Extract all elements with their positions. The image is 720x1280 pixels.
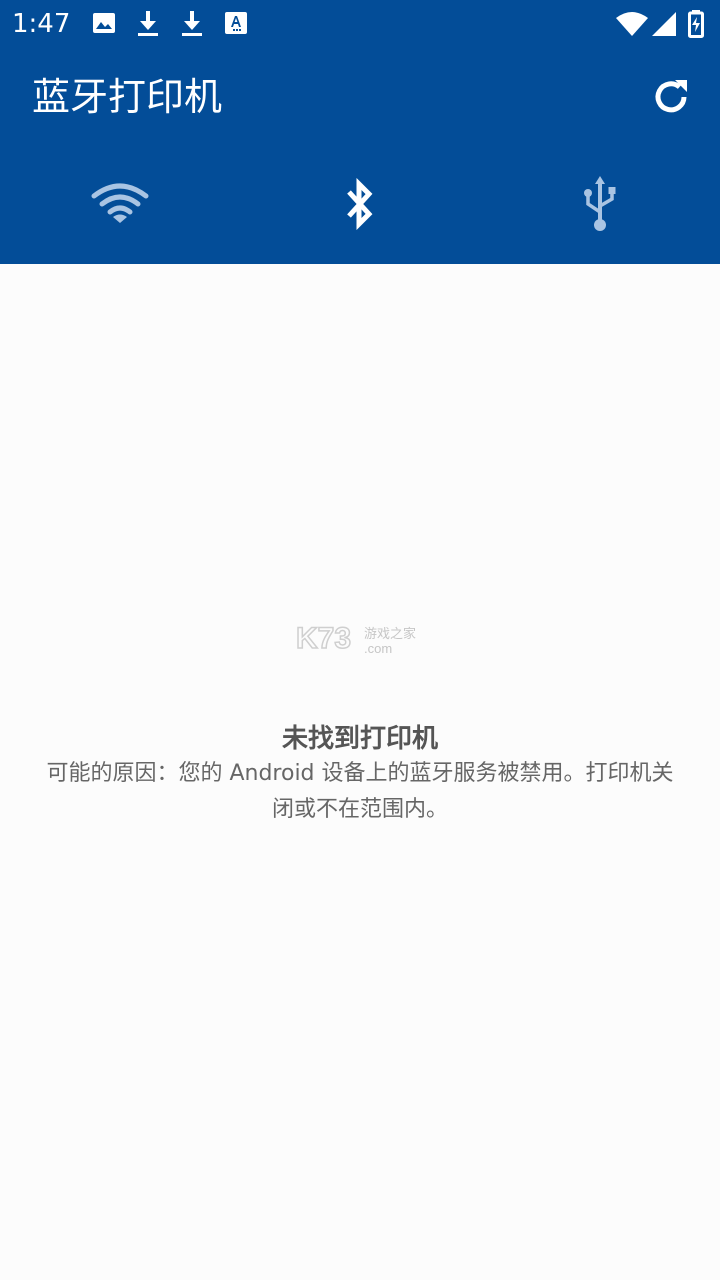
- empty-state-message: 可能的原因：您的 Android 设备上的蓝牙服务被禁用。打印机关闭或不在范围内…: [46, 761, 674, 822]
- translate-icon: [225, 12, 247, 34]
- download-icon: [138, 11, 158, 36]
- battery-charging-icon: [688, 10, 704, 38]
- tab-wifi[interactable]: [0, 168, 240, 240]
- cell-signal-icon: [652, 12, 676, 36]
- tab-bluetooth[interactable]: [240, 168, 480, 240]
- status-time: 1:47: [12, 9, 71, 39]
- bluetooth-icon: [347, 178, 373, 230]
- usb-icon: [584, 176, 616, 231]
- app-header: 1:47 蓝牙打印机: [0, 0, 720, 264]
- status-bar: 1:47: [0, 0, 720, 48]
- watermark-logo: K73 游戏之家 .com: [296, 622, 416, 656]
- watermark-domain: .com: [364, 641, 392, 656]
- image-icon: [93, 13, 115, 33]
- watermark-tagline: 游戏之家: [364, 626, 416, 642]
- refresh-button[interactable]: [648, 72, 696, 120]
- wifi-icon: [91, 183, 149, 223]
- app-title: 蓝牙打印机: [32, 75, 223, 119]
- watermark-k73: K73: [296, 622, 351, 655]
- refresh-icon: [655, 80, 687, 113]
- tab-usb[interactable]: [480, 168, 720, 240]
- empty-state-title: 未找到打印机: [281, 724, 438, 754]
- wifi-signal-icon: [616, 12, 648, 36]
- download-icon: [182, 11, 202, 36]
